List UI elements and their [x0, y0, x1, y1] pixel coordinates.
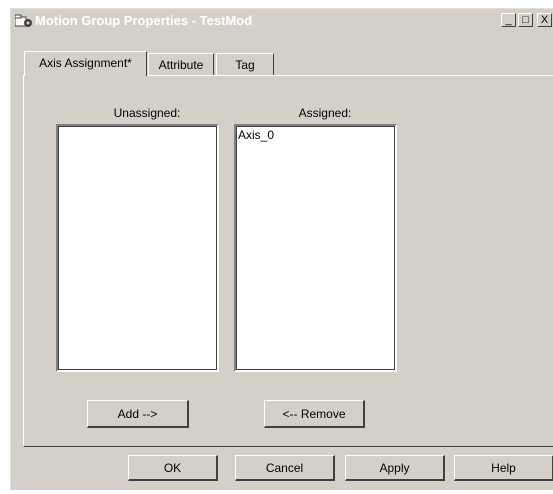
assigned-listbox[interactable]: Axis_0: [234, 124, 397, 372]
motion-group-icon: [15, 14, 32, 27]
tab-axis-assignment[interactable]: Axis Assignment*: [24, 51, 147, 76]
cancel-button[interactable]: Cancel: [235, 455, 335, 481]
remove-button[interactable]: <-- Remove: [264, 400, 365, 428]
unassigned-label: Unassigned:: [113, 106, 181, 120]
unassigned-listbox[interactable]: [56, 124, 219, 372]
window-title: Motion Group Properties - TestMod: [35, 13, 253, 28]
axis-assignment-panel: Unassigned: Assigned: Axis_0 Add --> <--…: [23, 75, 553, 447]
motion-group-properties-window: Motion Group Properties - TestMod _ □ X …: [10, 8, 553, 490]
maximize-button[interactable]: □: [518, 13, 533, 27]
help-button[interactable]: Help: [454, 455, 553, 481]
apply-button[interactable]: Apply: [345, 455, 445, 481]
assigned-label: Assigned:: [298, 106, 352, 120]
minimize-button[interactable]: _: [501, 13, 516, 27]
ok-button[interactable]: OK: [128, 455, 218, 481]
title-bar[interactable]: Motion Group Properties - TestMod _ □ X: [11, 9, 553, 33]
tab-attribute[interactable]: Attribute: [148, 53, 214, 75]
close-button[interactable]: X: [537, 13, 552, 27]
tab-tag[interactable]: Tag: [216, 53, 274, 75]
add-button[interactable]: Add -->: [87, 400, 189, 428]
list-item[interactable]: Axis_0: [238, 128, 393, 142]
